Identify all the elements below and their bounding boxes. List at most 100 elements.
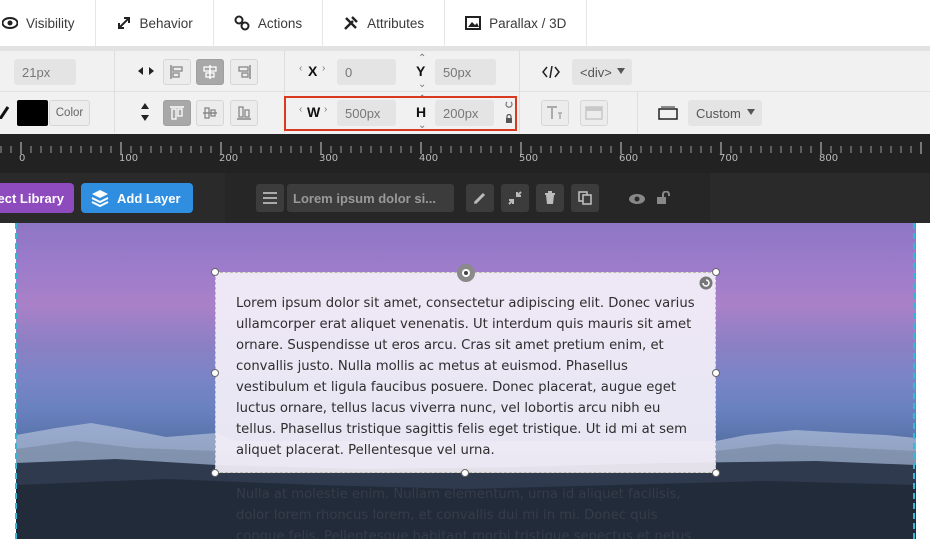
align-center-icon xyxy=(203,65,217,79)
hamburger-icon xyxy=(263,192,277,204)
text-transform-icon xyxy=(547,106,562,119)
timeline-ruler[interactable]: 0 100 200 300 400 500 600 700 800 xyxy=(0,134,930,173)
dimension-icon xyxy=(658,106,678,120)
divider xyxy=(114,92,115,133)
chevron-left-icon: ‹ xyxy=(299,63,303,74)
divider xyxy=(519,51,520,92)
copy-icon xyxy=(578,191,592,205)
ruler-label: 500 xyxy=(519,153,539,164)
eye-icon[interactable] xyxy=(628,193,646,205)
resize-handle-left[interactable] xyxy=(211,369,219,377)
layers-icon xyxy=(91,190,109,207)
ruler-label: 100 xyxy=(119,153,139,164)
y-label: Y xyxy=(416,63,426,79)
tab-label: Behavior xyxy=(139,15,193,31)
layer-settings-tabs: Visibility Behavior Actions Attributes P… xyxy=(0,0,930,46)
divider xyxy=(637,92,638,133)
text-transform-button[interactable] xyxy=(541,100,569,126)
pencil-icon xyxy=(473,192,486,205)
color-swatch[interactable] xyxy=(17,100,48,126)
tab-parallax[interactable]: Parallax / 3D xyxy=(445,0,588,46)
tab-label: Parallax / 3D xyxy=(489,15,567,31)
image-icon xyxy=(465,16,482,30)
layer-text: Lorem ipsum dolor sit amet, consectetur … xyxy=(236,296,695,458)
tab-behavior[interactable]: Behavior xyxy=(96,0,214,46)
shrink-layer-button[interactable] xyxy=(501,184,529,212)
ruler-label: 700 xyxy=(719,153,739,164)
valign-top-icon xyxy=(170,106,184,120)
vertical-arrows-icon xyxy=(141,103,149,121)
resize-handle-bottom-right[interactable] xyxy=(712,469,720,477)
slide-canvas: Lorem ipsum dolor sit amet, consectetur … xyxy=(0,223,930,539)
link-icon xyxy=(234,15,250,31)
resize-icon xyxy=(117,17,130,29)
refresh-icon[interactable] xyxy=(699,276,713,290)
trash-icon xyxy=(545,191,555,204)
resize-handle-right[interactable] xyxy=(712,369,720,377)
tab-attributes[interactable]: Attributes xyxy=(323,0,446,46)
valign-top-button[interactable] xyxy=(163,100,191,126)
html-tag-value: <div> xyxy=(580,64,612,80)
layer-bar: ect Library Add Layer Lorem ipsum dolor … xyxy=(0,173,930,223)
resize-handle-top-right[interactable] xyxy=(712,268,720,276)
overflow-icon xyxy=(585,106,603,120)
tab-visibility[interactable]: Visibility xyxy=(0,0,96,46)
html-tag-select[interactable]: <div> xyxy=(572,59,632,85)
valign-bottom-icon xyxy=(237,106,251,120)
add-layer-button[interactable]: Add Layer xyxy=(81,183,193,213)
valign-middle-button[interactable] xyxy=(196,100,224,126)
resize-handle-bottom[interactable] xyxy=(461,469,469,477)
background-text: Nulla at molestie enim. Nullam elementum… xyxy=(236,487,692,539)
chevron-down-icon: ⌄ xyxy=(418,79,427,90)
unlock-icon[interactable] xyxy=(656,191,672,205)
add-layer-label: Add Layer xyxy=(117,190,181,206)
align-left-icon xyxy=(170,65,183,79)
font-size-input[interactable]: 21px xyxy=(14,59,76,85)
duplicate-layer-button[interactable] xyxy=(571,184,599,212)
layer-toolbar: 21px ‹ X › 0 ⌃ Y ⌄ 50px <div> Color ‹ W … xyxy=(0,51,930,134)
code-icon xyxy=(542,66,560,78)
grid-guide-right xyxy=(913,223,915,539)
color-picker-button[interactable]: Color xyxy=(49,100,90,126)
valign-middle-icon xyxy=(203,107,217,119)
horizontal-arrows-icon xyxy=(138,67,154,75)
valign-bottom-button[interactable] xyxy=(230,100,258,126)
resize-handle-top-left[interactable] xyxy=(211,268,219,276)
compress-icon xyxy=(508,191,522,205)
brush-icon xyxy=(0,106,10,119)
tab-label: Attributes xyxy=(367,15,425,31)
eye-icon xyxy=(2,17,18,29)
align-center-button[interactable] xyxy=(196,59,224,85)
resize-handle-bottom-left[interactable] xyxy=(211,469,219,477)
delete-layer-button[interactable] xyxy=(536,184,564,212)
chevron-right-icon: › xyxy=(322,63,326,74)
size-mode-value: Custom xyxy=(696,105,741,121)
divider xyxy=(114,51,115,92)
caret-down-icon xyxy=(747,109,755,115)
ruler-label: 0 xyxy=(19,153,26,164)
ruler-label: 300 xyxy=(319,153,339,164)
overflow-button[interactable] xyxy=(580,100,608,126)
caret-down-icon xyxy=(617,68,625,74)
align-right-button[interactable] xyxy=(230,59,258,85)
x-label: X xyxy=(308,63,318,79)
ruler-label: 400 xyxy=(419,153,439,164)
size-highlight-box xyxy=(284,96,517,131)
divider xyxy=(519,92,520,133)
layer-menu-button[interactable] xyxy=(256,184,284,212)
tools-icon xyxy=(344,16,358,30)
edit-layer-button[interactable] xyxy=(466,184,494,212)
x-position-input[interactable]: 0 xyxy=(337,59,396,85)
tab-actions[interactable]: Actions xyxy=(214,0,324,46)
slider-editor: Visibility Behavior Actions Attributes P… xyxy=(0,0,930,539)
y-position-input[interactable]: 50px xyxy=(435,59,496,85)
rotate-handle-icon[interactable] xyxy=(455,262,477,284)
ruler-label: 800 xyxy=(819,153,839,164)
grid-guide-left xyxy=(15,223,17,539)
object-library-button[interactable]: ect Library xyxy=(0,183,74,213)
align-left-button[interactable] xyxy=(163,59,191,85)
layer-name-input[interactable]: Lorem ipsum dolor si... xyxy=(287,184,454,212)
tab-label: Visibility xyxy=(26,15,75,31)
size-mode-select[interactable]: Custom xyxy=(688,100,762,126)
align-right-icon xyxy=(238,65,251,79)
